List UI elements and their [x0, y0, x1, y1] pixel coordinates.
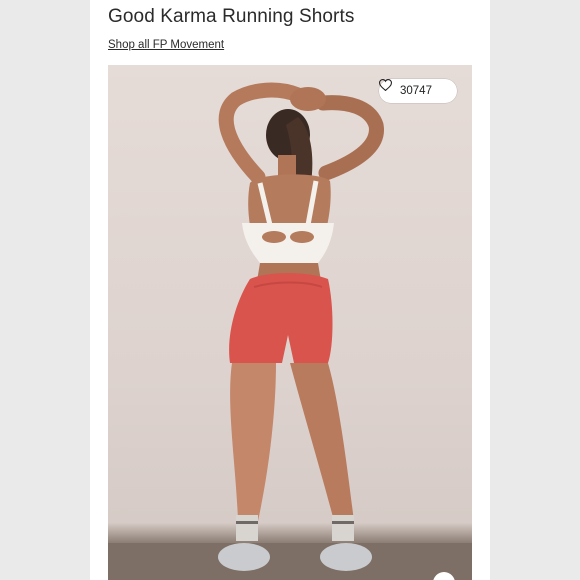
like-count: 30747 [400, 85, 432, 97]
product-title: Good Karma Running Shorts [108, 6, 355, 27]
product-image[interactable]: 30747 [108, 65, 472, 580]
like-button[interactable]: 30747 [379, 79, 457, 103]
left-margin [0, 0, 90, 580]
right-margin [490, 0, 580, 580]
model-illustration [108, 82, 472, 580]
shop-all-link[interactable]: Shop all FP Movement [108, 39, 224, 51]
product-card: Good Karma Running Shorts Shop all FP Mo… [90, 0, 490, 580]
